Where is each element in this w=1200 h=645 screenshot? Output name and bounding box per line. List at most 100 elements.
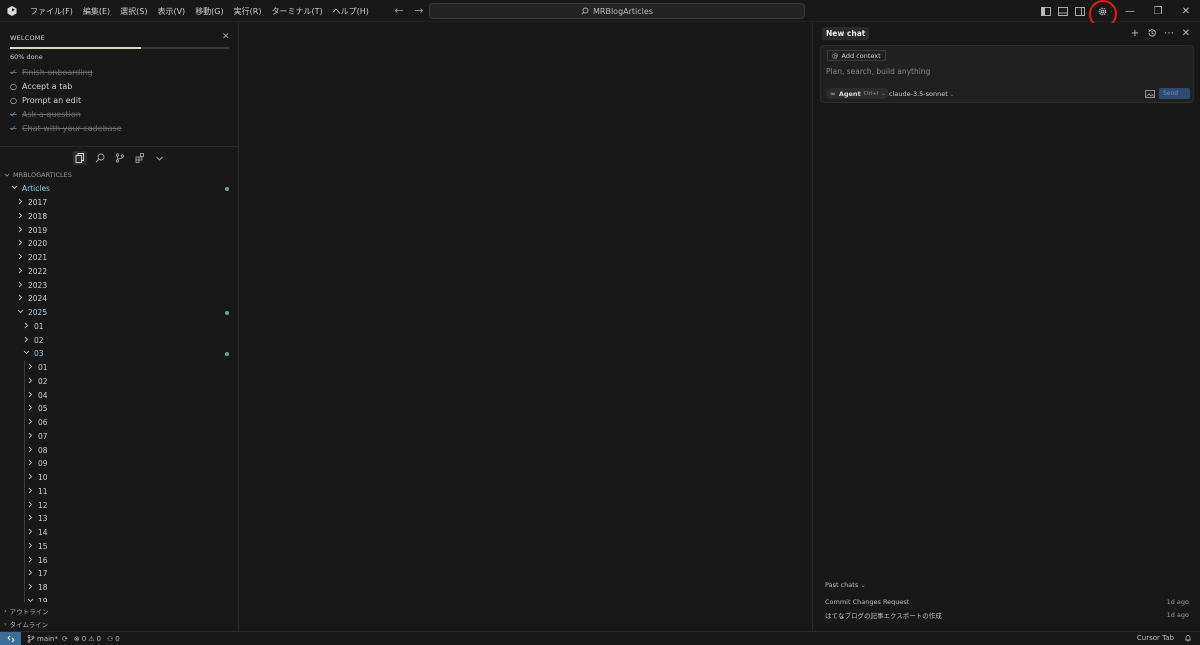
minimize-button[interactable]: — [1116, 0, 1144, 22]
model-selector[interactable]: claude-3.5-sonnet ⌄ [889, 90, 954, 98]
branch-icon [27, 634, 35, 643]
onboarding-item[interactable]: ○ Prompt an edit [10, 93, 122, 107]
more-options-icon[interactable]: ⋯ [1163, 27, 1175, 39]
past-chat-item[interactable]: Commit Changes Request 1d ago [825, 595, 1189, 609]
problems-status[interactable]: ⊗ 0 ⚠ 0 [74, 635, 101, 643]
timeline-panel-header[interactable]: › タイムライン [0, 617, 239, 630]
new-chat-plus-icon[interactable]: + [1129, 27, 1141, 39]
restore-button[interactable]: ❐ [1144, 0, 1172, 22]
forward-arrow-icon[interactable]: → [413, 4, 425, 18]
tree-item[interactable]: 02 [0, 374, 239, 389]
explorer-header[interactable]: MRBLOGARTICLES [4, 171, 72, 179]
tree-item[interactable]: 04 [0, 388, 239, 402]
source-control-icon[interactable] [113, 151, 127, 165]
search-icon[interactable] [93, 151, 107, 165]
check-icon: ✓ [10, 123, 17, 133]
onboarding-item-label: Prompt an edit [22, 95, 82, 105]
tree-item[interactable]: 2025 [0, 306, 239, 320]
outline-panel-header[interactable]: › アウトライン [0, 604, 239, 617]
menu-item[interactable]: ターミナル(T) [267, 6, 326, 17]
remote-indicator-button[interactable] [0, 631, 21, 645]
tree-item[interactable]: 12 [0, 498, 239, 512]
back-arrow-icon[interactable]: ← [393, 4, 405, 18]
tree-item[interactable]: 09 [0, 457, 239, 471]
tree-item[interactable]: 14 [0, 525, 239, 540]
toggle-primary-sidebar-icon[interactable] [1038, 3, 1054, 19]
menu-item[interactable]: 選択(S) [116, 6, 151, 17]
tree-item[interactable]: 2023 [0, 278, 239, 292]
titlebar-controls: — ❐ ✕ [1037, 0, 1200, 28]
tree-item[interactable]: 03 [0, 347, 239, 361]
indent-guide [24, 470, 25, 485]
tree-item[interactable]: 19 [0, 594, 239, 602]
modified-dot [225, 310, 229, 315]
tree-item-label: 02 [34, 335, 44, 345]
menu-item[interactable]: 実行(R) [230, 6, 266, 17]
settings-button[interactable] [1088, 0, 1117, 28]
tree-item[interactable]: 16 [0, 553, 239, 567]
tree-item[interactable]: 2019 [0, 223, 239, 237]
tree-item[interactable]: 2021 [0, 251, 239, 265]
add-context-button[interactable]: @ Add context [827, 50, 886, 61]
tree-item[interactable]: 10 [0, 470, 239, 485]
tree-item[interactable]: 13 [0, 512, 239, 526]
tree-item[interactable]: 01 [0, 320, 239, 334]
send-button[interactable]: Send [1159, 88, 1190, 99]
menu-item[interactable]: 表示(V) [153, 6, 189, 17]
past-chats-header[interactable]: Past chats ⌄ [825, 581, 866, 589]
chevron-right-icon [16, 212, 24, 221]
menu-item[interactable]: 編集(E) [79, 6, 114, 17]
tree-item[interactable]: 07 [0, 429, 239, 444]
onboarding-item[interactable]: ○ Accept a tab [10, 79, 122, 93]
past-chat-time: 1d ago [1166, 611, 1189, 620]
tree-item[interactable]: 08 [0, 443, 239, 457]
tree-item[interactable]: 18 [0, 580, 239, 595]
tree-item[interactable]: 06 [0, 415, 239, 430]
chevron-right-icon [16, 294, 24, 303]
history-icon[interactable] [1146, 27, 1158, 39]
command-center-search[interactable]: MRBlogArticles [429, 3, 805, 19]
tree-item[interactable]: 05 [0, 402, 239, 416]
tree-item-label: 07 [38, 431, 48, 441]
explorer-icon[interactable] [72, 151, 87, 165]
onboarding-item[interactable]: ✓ Ask a question [10, 107, 122, 121]
editor-area[interactable] [240, 23, 812, 630]
chevron-down-icon[interactable] [153, 151, 167, 165]
chevron-right-icon [16, 198, 24, 207]
menu-item[interactable]: 移動(G) [191, 6, 227, 17]
branch-status[interactable]: main* ⟳ [27, 635, 68, 643]
tree-item[interactable]: 2024 [0, 292, 239, 306]
tree-item[interactable]: 02 [0, 333, 239, 347]
extensions-icon[interactable] [133, 151, 147, 165]
toggle-secondary-sidebar-icon[interactable] [1072, 3, 1088, 19]
tree-item[interactable]: Articles [0, 182, 239, 196]
tree-item[interactable]: 2022 [0, 265, 239, 279]
cursor-tab-status[interactable]: Cursor Tab [1137, 634, 1174, 642]
onboarding-item[interactable]: ✓ Chat with your codebase [10, 121, 122, 135]
close-window-button[interactable]: ✕ [1172, 0, 1200, 22]
tree-item[interactable]: 11 [0, 484, 239, 499]
tree-item[interactable]: 01 [0, 360, 239, 375]
tree-item-label: 03 [34, 349, 44, 359]
tree-item[interactable]: 2018 [0, 210, 239, 224]
bell-icon[interactable] [1184, 634, 1192, 642]
tree-item[interactable]: 2020 [0, 237, 239, 251]
onboarding-item[interactable]: ✓ Finish onboarding [10, 65, 122, 79]
ports-status[interactable]: ⚇ 0 [107, 635, 120, 643]
menu-item[interactable]: ヘルプ(H) [329, 6, 373, 17]
tab-new-chat[interactable]: New chat [822, 27, 870, 40]
indent-guide [24, 457, 25, 471]
image-upload-icon[interactable] [1145, 90, 1155, 98]
menu-item[interactable]: ファイル(F) [26, 6, 77, 17]
agent-mode-selector[interactable]: ∞ Agent Ctrl+I ⌄ [826, 88, 890, 99]
close-icon[interactable]: ✕ [1180, 27, 1192, 39]
chat-input[interactable]: Plan, search, build anything [826, 67, 930, 76]
menu-bar: ファイル(F) 編集(E) 選択(S) 表示(V) 移動(G) 実行(R) ターミナル(T)… [26, 0, 375, 22]
past-chat-item[interactable]: はてなブログの記事エクスポートの作成 1d ago [825, 609, 1189, 623]
close-icon[interactable]: ✕ [222, 32, 230, 42]
sync-icon[interactable]: ⟳ [62, 635, 68, 643]
tree-item[interactable]: 15 [0, 539, 239, 554]
tree-item[interactable]: 17 [0, 567, 239, 581]
toggle-panel-icon[interactable] [1055, 3, 1071, 19]
tree-item[interactable]: 2017 [0, 196, 239, 210]
